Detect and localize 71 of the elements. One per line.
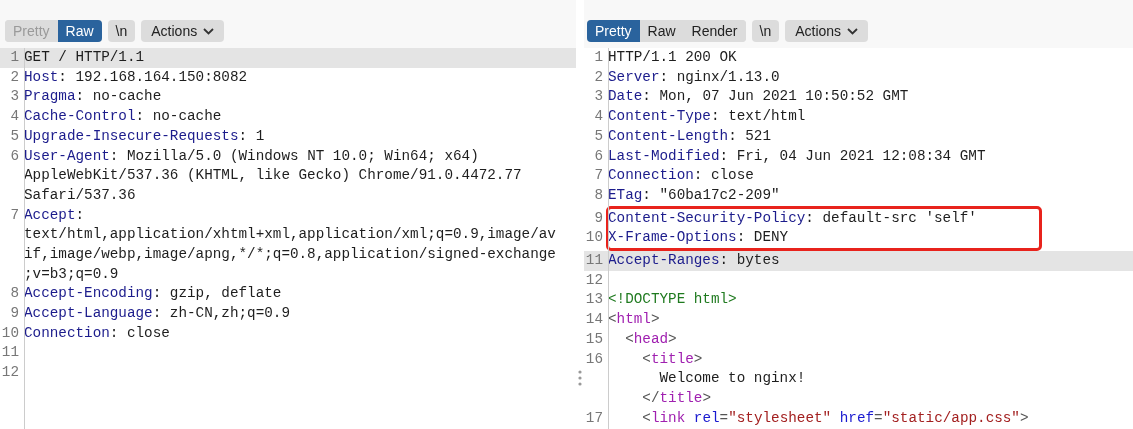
- code-line: HTTP/1.1 200 OK: [608, 49, 737, 65]
- code-line: <!DOCTYPE html>: [608, 291, 737, 308]
- code-line: Date: Mon, 07 Jun 2021 10:50:52 GMT: [608, 88, 909, 105]
- code-line: if,image/webp,image/apng,*/*;q=0.8,application/signed-exchange: [24, 245, 556, 262]
- line-number: 9: [593, 208, 604, 228]
- line-number: 12: [584, 270, 604, 290]
- code-line: Content-Security-Policy: default-src 'self': [608, 209, 977, 226]
- code-line: Accept-Ranges: bytes: [608, 252, 780, 269]
- code-line: Server: nginx/1.13.0: [608, 68, 780, 85]
- drag-handle-icon[interactable]: [578, 369, 582, 387]
- line-number: 4: [9, 107, 20, 127]
- code-line: <head>: [624, 330, 677, 347]
- view-tab[interactable]: Pretty: [587, 20, 640, 42]
- code-line: Connection: close: [608, 167, 754, 184]
- line-number: 8: [593, 185, 604, 205]
- code-line: Cache-Control: no-cache: [24, 108, 222, 125]
- code-line: <title>: [641, 350, 703, 367]
- line-number: 17: [584, 408, 604, 428]
- code-line: X-Frame-Options: DENY: [608, 229, 789, 246]
- line-number: 3: [9, 87, 20, 107]
- code-line: GET / HTTP/1.1: [24, 49, 145, 65]
- chevron-down-icon: [203, 27, 215, 35]
- code-line: ETag: "60ba17c2-209": [608, 186, 780, 203]
- line-number: 1: [593, 48, 604, 67]
- line-number: 8: [9, 284, 20, 304]
- line-number: 11: [584, 251, 604, 271]
- line-number: 9: [9, 304, 20, 324]
- line-number: 1: [9, 48, 20, 67]
- code-line: User-Agent: Mozilla/5.0 (Windows NT 10.0; Win64; x64): [24, 147, 479, 164]
- code-line: <link rel="stylesheet" href="static/app.css">: [641, 409, 1029, 426]
- line-number: 14: [584, 310, 604, 330]
- chevron-down-icon: [847, 27, 859, 35]
- line-number: 15: [584, 329, 604, 349]
- line-number: 10: [584, 228, 604, 248]
- line-number: 10: [0, 323, 20, 343]
- code-line: Upgrade-Insecure-Requests: 1: [24, 127, 265, 144]
- code-line: AppleWebKit/537.36 (KHTML, like Gecko) Chrome/91.0.4472.77: [24, 167, 522, 184]
- line-number: 7: [9, 205, 20, 225]
- line-number: 4: [593, 107, 604, 127]
- line-number: 2: [9, 67, 20, 87]
- line-number: 16: [584, 349, 604, 369]
- newline-button[interactable]: \n: [751, 20, 780, 42]
- line-number: 12: [0, 363, 20, 383]
- line-number: 6: [9, 146, 20, 166]
- code-line: Content-Type: text/html: [608, 108, 806, 125]
- code-line: Last-Modified: Fri, 04 Jun 2021 12:08:34 GMT: [608, 147, 986, 164]
- code-line: ;v=b3;q=0.9: [24, 265, 119, 282]
- code-line: Content-Length: 521: [608, 127, 772, 144]
- code-line: Safari/537.36: [24, 186, 136, 203]
- line-number: 5: [9, 126, 20, 146]
- code-line: Pragma: no-cache: [24, 88, 162, 105]
- line-number: 2: [593, 67, 604, 87]
- code-line: Host: 192.168.164.150:8082: [24, 68, 248, 85]
- view-tab[interactable]: Raw: [57, 20, 102, 42]
- line-number: 11: [0, 343, 20, 363]
- code-line: <html>: [608, 311, 660, 328]
- code-line: Accept-Language: zh-CN,zh;q=0.9: [24, 305, 290, 322]
- code-line: </title>: [641, 389, 711, 406]
- code-line: Accept:: [24, 206, 85, 223]
- line-number: 3: [593, 87, 604, 107]
- line-number: 6: [593, 146, 604, 166]
- actions-button[interactable]: Actions: [785, 20, 869, 42]
- actions-button[interactable]: Actions: [141, 20, 225, 42]
- code-line: text/html,application/xhtml+xml,application/xml;q=0.9,image/av: [24, 226, 556, 243]
- line-number: 13: [584, 290, 604, 310]
- line-number: 7: [593, 166, 604, 186]
- newline-button[interactable]: \n: [107, 20, 136, 42]
- code-line: Accept-Encoding: gzip, deflate: [24, 285, 282, 302]
- line-number: 5: [593, 126, 604, 146]
- code-line: Welcome to nginx!: [658, 370, 806, 387]
- code-line: Connection: close: [24, 324, 170, 341]
